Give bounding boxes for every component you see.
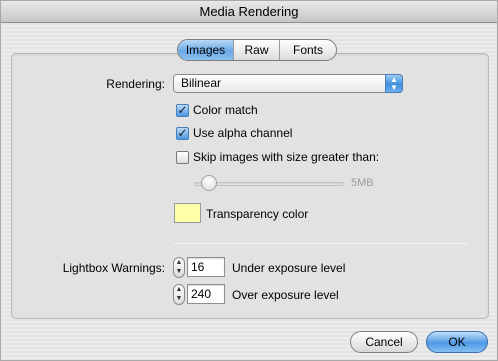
over-exposure-label: Over exposure level xyxy=(232,288,339,302)
skip-images-row[interactable]: Skip images with size greater than: xyxy=(176,150,379,164)
under-exposure-input[interactable]: 16 xyxy=(187,257,225,277)
section-divider xyxy=(174,243,468,244)
ok-button[interactable]: OK xyxy=(426,331,488,353)
color-match-checkbox[interactable]: ✓ xyxy=(176,102,189,117)
alpha-channel-label: Use alpha channel xyxy=(193,126,293,140)
tab-raw[interactable]: Raw xyxy=(234,40,280,60)
tab-fonts[interactable]: Fonts xyxy=(280,40,336,60)
cancel-button[interactable]: Cancel xyxy=(350,331,418,353)
size-slider-knob[interactable] xyxy=(201,175,217,191)
over-exposure-stepper[interactable]: ▲ ▼ xyxy=(173,284,185,305)
alpha-channel-checkbox[interactable]: ✓ xyxy=(176,125,189,140)
skip-images-label: Skip images with size greater than: xyxy=(193,150,380,164)
rendering-label: Rendering: xyxy=(106,77,165,91)
checkmark-icon: ✓ xyxy=(177,125,188,140)
color-match-label: Color match xyxy=(193,103,258,117)
size-slider-value: 5MB xyxy=(351,177,374,189)
transparency-color-label: Transparency color xyxy=(206,207,309,221)
media-rendering-dialog: Media Rendering Images Raw Fonts Renderi… xyxy=(0,0,498,361)
over-exposure-input[interactable]: 240 xyxy=(187,284,225,304)
color-match-row[interactable]: ✓ Color match xyxy=(176,103,258,117)
alpha-channel-row[interactable]: ✓ Use alpha channel xyxy=(176,126,292,140)
under-exposure-stepper[interactable]: ▲ ▼ xyxy=(173,257,185,278)
transparency-color-swatch[interactable] xyxy=(174,203,201,223)
under-exposure-label: Under exposure level xyxy=(232,261,346,275)
checkmark-icon: ✓ xyxy=(177,102,188,117)
lightbox-warnings-label: Lightbox Warnings: xyxy=(62,261,165,275)
select-arrows-icon: ▲ ▼ xyxy=(385,74,403,93)
tab-images[interactable]: Images xyxy=(178,40,234,60)
rendering-select[interactable]: Bilinear ▲ ▼ xyxy=(173,74,403,93)
window-title: Media Rendering xyxy=(1,1,497,23)
rendering-select-value: Bilinear xyxy=(181,76,222,90)
tab-bar: Images Raw Fonts xyxy=(177,39,337,61)
skip-images-checkbox[interactable] xyxy=(176,150,189,164)
